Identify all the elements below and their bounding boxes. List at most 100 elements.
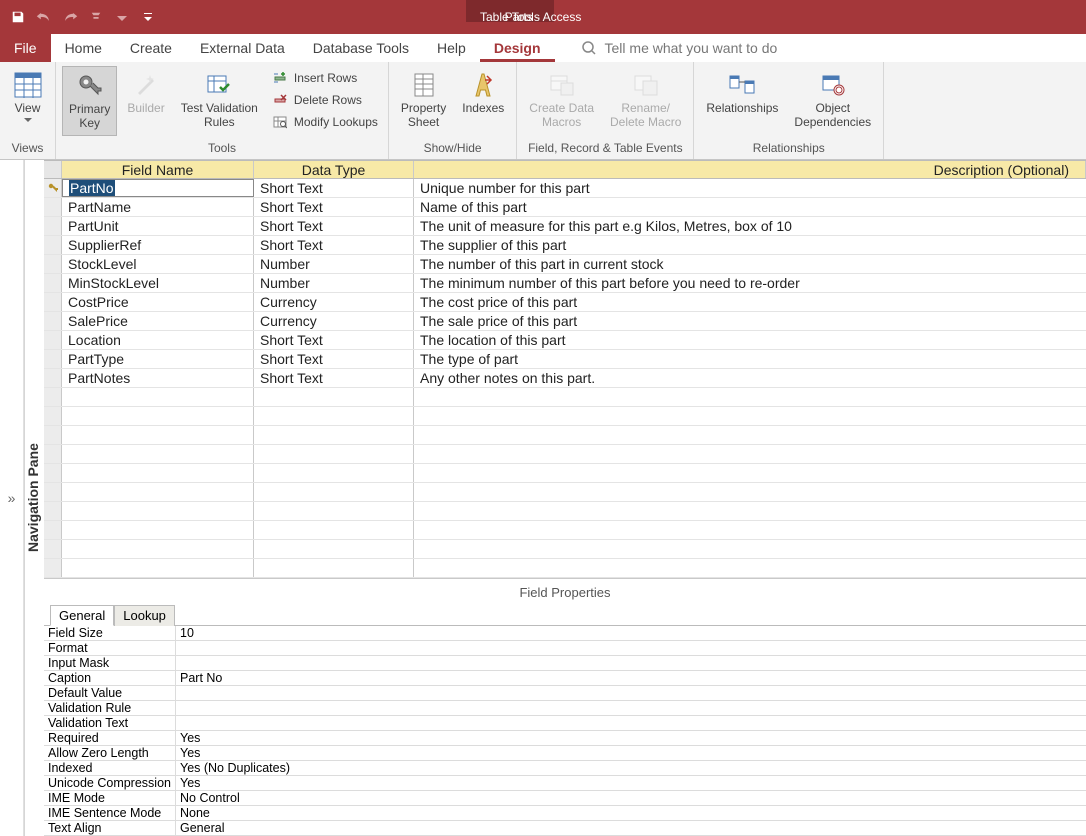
tab-help[interactable]: Help (423, 34, 480, 62)
field-name-cell[interactable]: StockLevel (62, 255, 254, 273)
table-row[interactable] (44, 426, 1086, 445)
tab-external-data[interactable]: External Data (186, 34, 299, 62)
table-row[interactable]: StockLevelNumberThe number of this part … (44, 255, 1086, 274)
table-row[interactable]: LocationShort TextThe location of this p… (44, 331, 1086, 350)
property-value[interactable]: Part No (176, 671, 1086, 685)
table-row[interactable]: PartNotesShort TextAny other notes on th… (44, 369, 1086, 388)
property-row[interactable]: IME ModeNo Control (44, 791, 1086, 806)
row-selector[interactable] (44, 407, 62, 425)
col-data-type[interactable]: Data Type (254, 161, 414, 178)
tab-file[interactable]: File (0, 34, 51, 62)
row-selector[interactable] (44, 274, 62, 292)
row-selector[interactable] (44, 426, 62, 444)
description-cell[interactable]: Any other notes on this part. (414, 369, 1086, 387)
row-selector[interactable] (44, 198, 62, 216)
description-cell[interactable]: The unit of measure for this part e.g Ki… (414, 217, 1086, 235)
property-value[interactable]: Yes (176, 746, 1086, 760)
save-icon[interactable] (6, 5, 30, 29)
data-type-cell[interactable]: Short Text (254, 350, 414, 368)
property-value[interactable]: General (176, 821, 1086, 835)
field-name-cell[interactable]: PartName (62, 198, 254, 216)
indexes-button[interactable]: Indexes (456, 66, 510, 120)
property-row[interactable]: IME Sentence ModeNone (44, 806, 1086, 821)
description-cell[interactable]: The sale price of this part (414, 312, 1086, 330)
property-value[interactable]: 10 (176, 626, 1086, 640)
table-row[interactable] (44, 445, 1086, 464)
navigation-pane[interactable]: Navigation Pane (24, 160, 44, 836)
table-row[interactable] (44, 540, 1086, 559)
description-cell[interactable]: The supplier of this part (414, 236, 1086, 254)
property-row[interactable]: CaptionPart No (44, 671, 1086, 686)
data-type-cell[interactable]: Short Text (254, 179, 414, 197)
field-name-cell[interactable]: PartNotes (62, 369, 254, 387)
row-selector[interactable] (44, 312, 62, 330)
qat-customize-icon[interactable] (136, 5, 160, 29)
field-name-cell[interactable]: Location (62, 331, 254, 349)
table-row[interactable] (44, 502, 1086, 521)
row-selector[interactable] (44, 388, 62, 406)
property-value[interactable] (176, 656, 1086, 670)
data-type-cell[interactable]: Short Text (254, 198, 414, 216)
property-row[interactable]: Field Size10 (44, 626, 1086, 641)
table-row[interactable]: MinStockLevelNumberThe minimum number of… (44, 274, 1086, 293)
modify-lookups-button[interactable]: Modify Lookups (268, 112, 382, 132)
data-type-cell[interactable]: Number (254, 255, 414, 273)
data-type-cell[interactable]: Short Text (254, 236, 414, 254)
property-row[interactable]: Format (44, 641, 1086, 656)
description-cell[interactable]: The cost price of this part (414, 293, 1086, 311)
property-row[interactable]: IndexedYes (No Duplicates) (44, 761, 1086, 776)
property-row[interactable]: Text AlignGeneral (44, 821, 1086, 836)
table-row[interactable]: PartNoShort TextUnique number for this p… (44, 179, 1086, 198)
undo-icon[interactable] (32, 5, 56, 29)
data-type-cell[interactable]: Short Text (254, 217, 414, 235)
row-selector[interactable] (44, 483, 62, 501)
row-selector[interactable] (44, 350, 62, 368)
row-selector[interactable] (44, 559, 62, 577)
table-row[interactable]: PartNameShort TextName of this part (44, 198, 1086, 217)
tab-create[interactable]: Create (116, 34, 186, 62)
row-selector[interactable] (44, 502, 62, 520)
field-name-cell[interactable]: MinStockLevel (62, 274, 254, 292)
property-value[interactable]: Yes (176, 731, 1086, 745)
relationships-button[interactable]: Relationships (700, 66, 784, 120)
test-validation-rules-button[interactable]: Test Validation Rules (175, 66, 264, 134)
tab-home[interactable]: Home (51, 34, 116, 62)
row-selector[interactable] (44, 217, 62, 235)
property-value[interactable] (176, 701, 1086, 715)
col-field-name[interactable]: Field Name (62, 161, 254, 178)
data-type-cell[interactable]: Currency (254, 312, 414, 330)
table-row[interactable]: SalePriceCurrencyThe sale price of this … (44, 312, 1086, 331)
table-row[interactable] (44, 464, 1086, 483)
insert-rows-button[interactable]: Insert Rows (268, 68, 382, 88)
description-cell[interactable]: Unique number for this part (414, 179, 1086, 197)
col-description[interactable]: Description (Optional) (414, 161, 1086, 178)
tab-database-tools[interactable]: Database Tools (299, 34, 423, 62)
property-value[interactable]: Yes (No Duplicates) (176, 761, 1086, 775)
tab-general[interactable]: General (50, 605, 114, 626)
property-row[interactable]: Allow Zero LengthYes (44, 746, 1086, 761)
table-row[interactable]: PartUnitShort TextThe unit of measure fo… (44, 217, 1086, 236)
description-cell[interactable]: The type of part (414, 350, 1086, 368)
redo-icon[interactable] (58, 5, 82, 29)
row-selector[interactable] (44, 521, 62, 539)
object-dependencies-button[interactable]: Object Dependencies (788, 66, 877, 134)
description-cell[interactable]: The location of this part (414, 331, 1086, 349)
tell-me-search[interactable]: Tell me what you want to do (581, 40, 778, 56)
field-name-cell[interactable]: PartNo (62, 179, 254, 197)
description-cell[interactable]: The number of this part in current stock (414, 255, 1086, 273)
row-selector[interactable] (44, 540, 62, 558)
row-selector[interactable] (44, 179, 62, 197)
primary-key-button[interactable]: Primary Key (62, 66, 117, 136)
property-row[interactable]: Validation Text (44, 716, 1086, 731)
property-row[interactable]: Default Value (44, 686, 1086, 701)
qat-icon[interactable] (84, 5, 108, 29)
row-selector[interactable] (44, 236, 62, 254)
tab-design[interactable]: Design (480, 34, 555, 62)
property-row[interactable]: Unicode CompressionYes (44, 776, 1086, 791)
table-row[interactable] (44, 483, 1086, 502)
data-type-cell[interactable]: Currency (254, 293, 414, 311)
field-name-cell[interactable]: PartUnit (62, 217, 254, 235)
property-sheet-button[interactable]: Property Sheet (395, 66, 452, 134)
description-cell[interactable]: Name of this part (414, 198, 1086, 216)
field-name-cell[interactable]: SupplierRef (62, 236, 254, 254)
